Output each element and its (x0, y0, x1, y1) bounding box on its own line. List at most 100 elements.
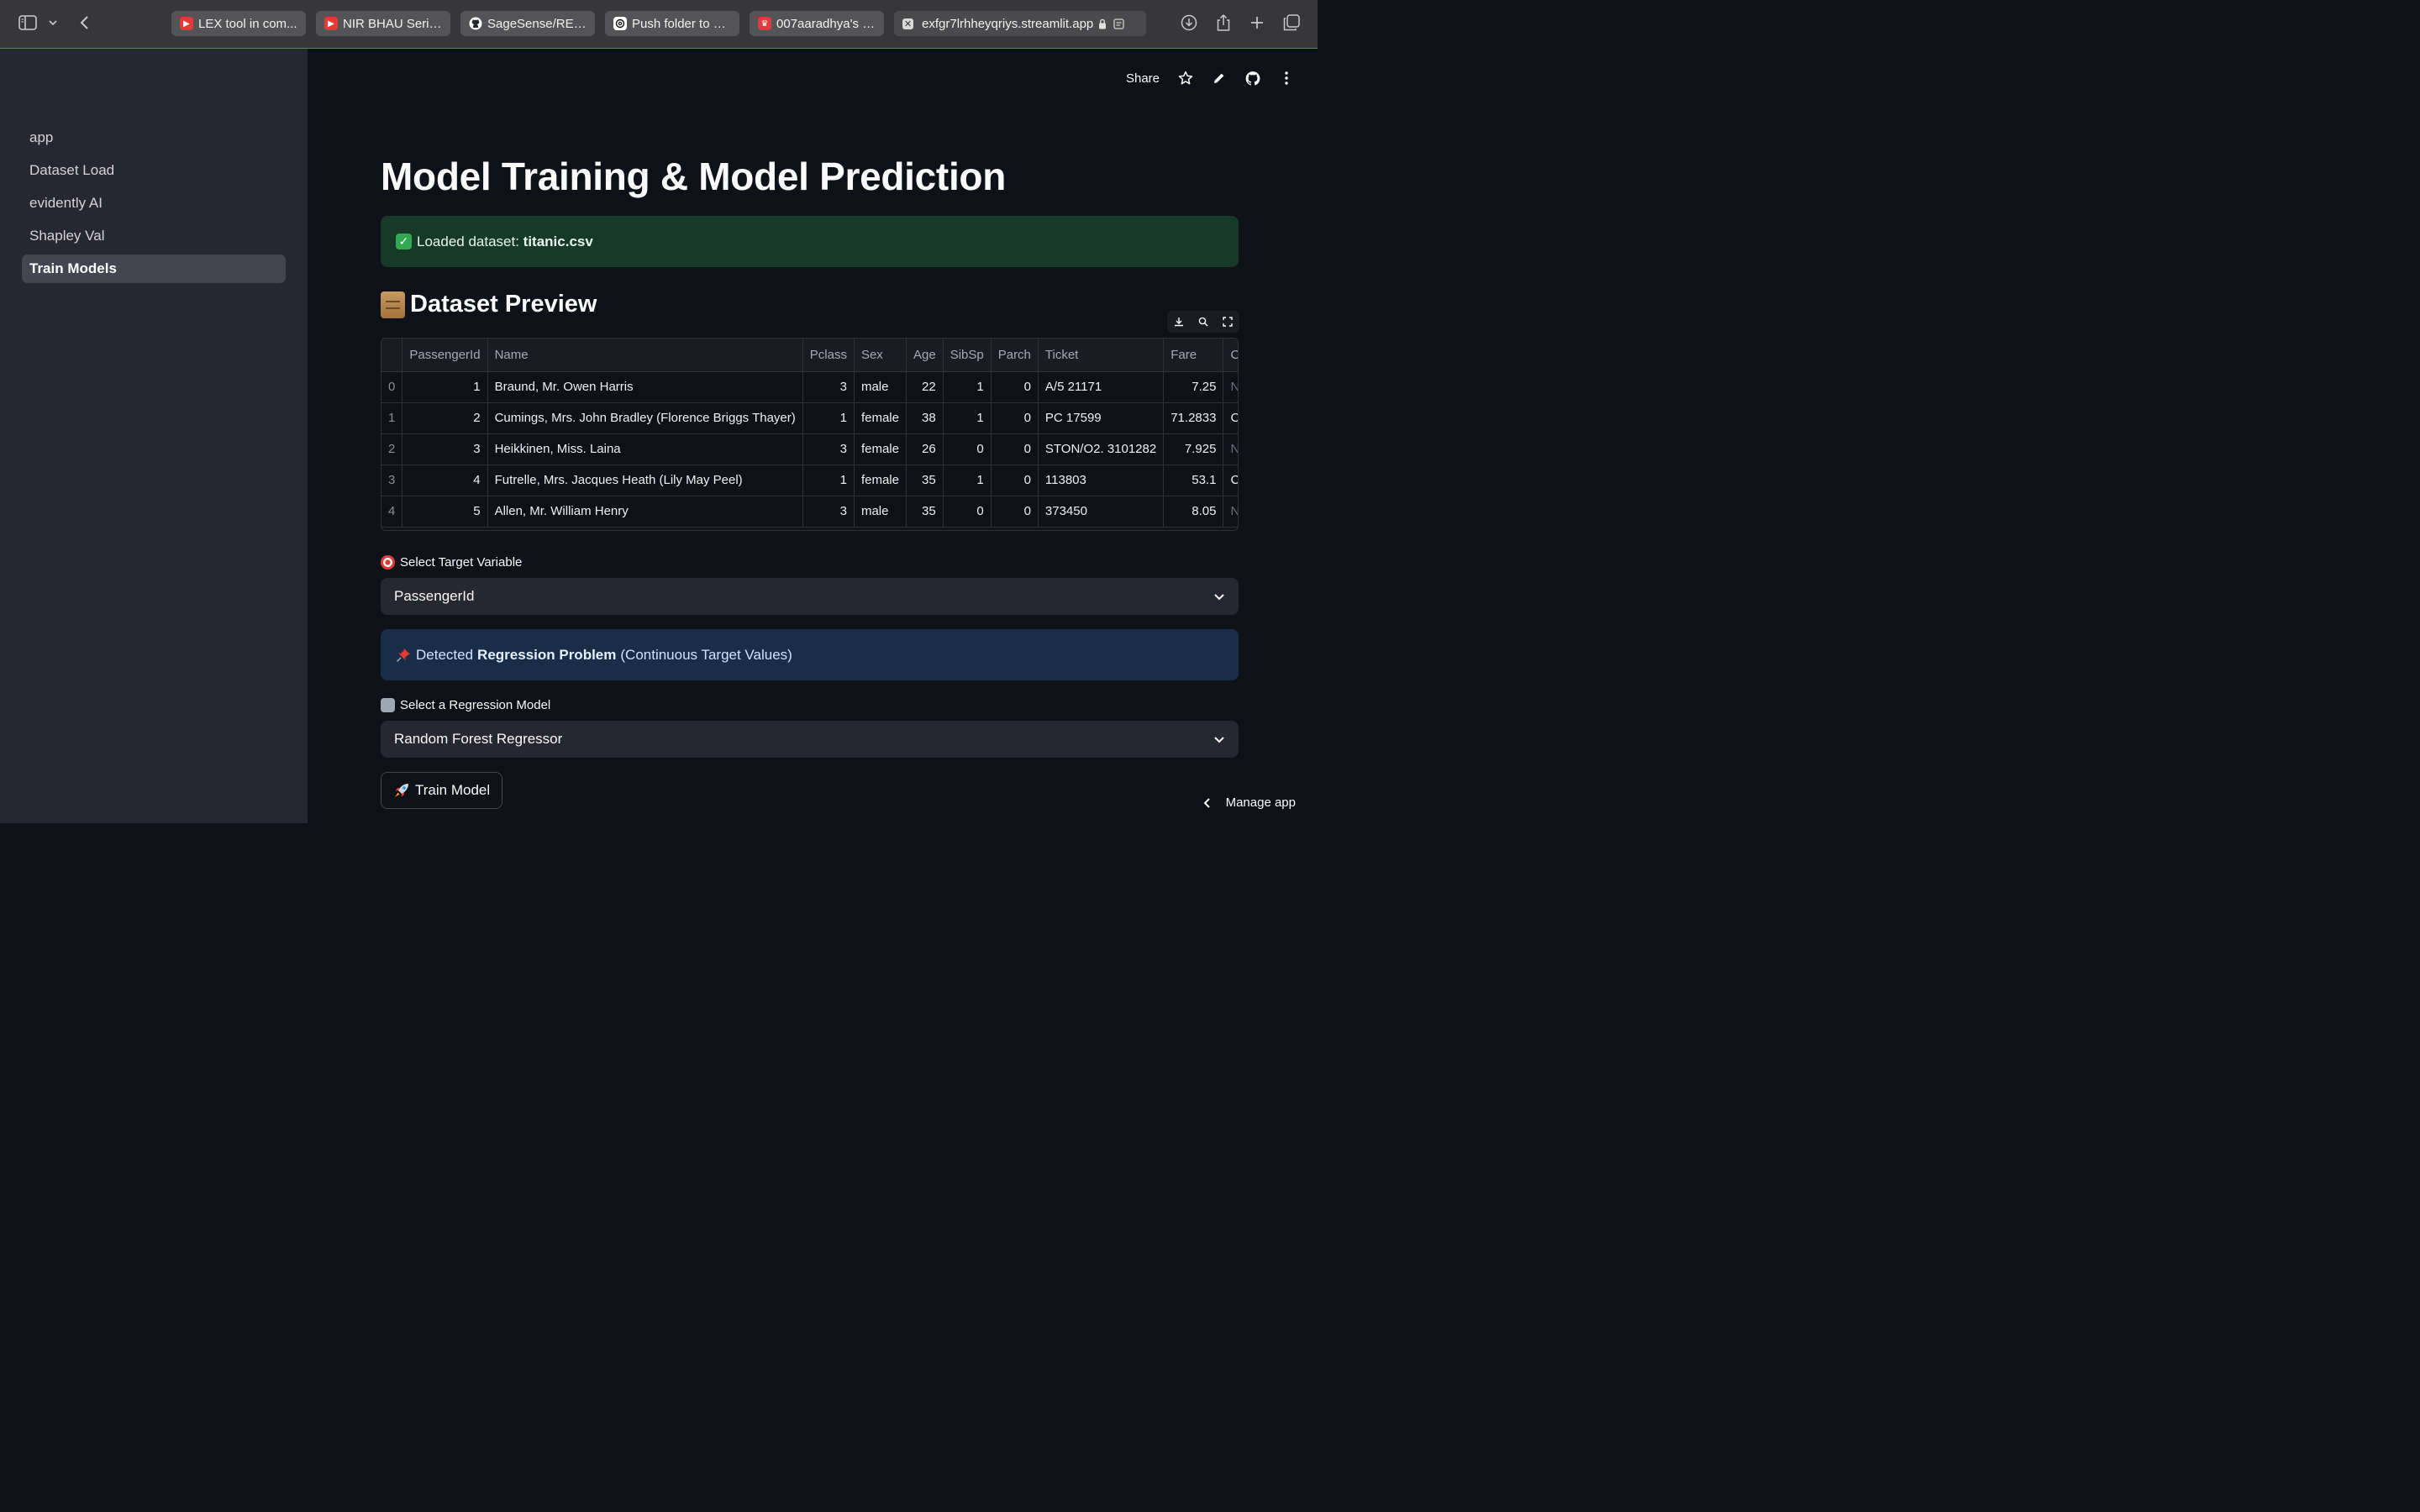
table-cell[interactable]: 0 (943, 496, 992, 528)
row-index-cell[interactable]: 1 (381, 402, 403, 434)
column-header[interactable]: Age (906, 339, 944, 372)
star-icon[interactable] (1178, 71, 1193, 86)
sidebar-toggle-icon[interactable] (17, 12, 39, 34)
search-icon[interactable] (1197, 316, 1209, 328)
column-header[interactable]: PassengerId (402, 339, 488, 372)
table-cell[interactable]: 5 (402, 496, 488, 528)
dataset-preview-table[interactable]: PassengerId Name Pclass Sex Age SibSp Pa… (381, 338, 1239, 531)
table-cell[interactable]: Nor (1223, 371, 1238, 403)
table-cell[interactable]: 2 (402, 402, 488, 434)
table-cell[interactable]: 26 (906, 433, 944, 465)
table-cell[interactable]: 0 (991, 433, 1039, 465)
download-icon[interactable] (1173, 316, 1185, 328)
table-cell[interactable]: 35 (906, 465, 944, 496)
table-cell[interactable]: 7.25 (1163, 371, 1224, 403)
table-cell[interactable]: 71.2833 (1163, 402, 1224, 434)
table-cell[interactable]: 0 (943, 433, 992, 465)
table-cell[interactable]: 1 (943, 402, 992, 434)
table-cell[interactable]: 1 (802, 402, 855, 434)
table-cell[interactable]: 1 (943, 465, 992, 496)
share-button[interactable]: Share (1126, 71, 1160, 86)
table-row[interactable]: 0 1 Braund, Mr. Owen Harris 3 male 22 1 0 A/5 21… (381, 371, 1238, 403)
table-cell[interactable]: Cumings, Mrs. John Bradley (Florence Bri… (487, 402, 803, 434)
table-cell[interactable]: male (854, 496, 907, 528)
column-header[interactable]: Name (487, 339, 803, 372)
table-cell[interactable]: 8.05 (1163, 496, 1224, 528)
table-cell[interactable]: male (854, 371, 907, 403)
table-cell[interactable]: 0 (991, 465, 1039, 496)
chevron-down-icon[interactable] (42, 12, 64, 34)
sidebar-item-app[interactable]: app (22, 123, 286, 152)
browser-tab[interactable]: ♛ 007aaradhya's a... (750, 11, 884, 36)
row-index-cell[interactable]: 2 (381, 433, 403, 465)
browser-tab[interactable]: ▶ LEX tool in com... (171, 11, 306, 36)
new-tab-icon[interactable] (1246, 12, 1268, 34)
back-icon[interactable] (73, 12, 95, 34)
column-header[interactable]: SibSp (943, 339, 992, 372)
active-tab-url[interactable]: ✕ exfgr7lrhheyqriys.streamlit.app (894, 11, 1146, 36)
column-header[interactable]: Ticket (1038, 339, 1165, 372)
table-cell[interactable]: C12 (1223, 465, 1238, 496)
fullscreen-icon[interactable] (1222, 316, 1234, 328)
sidebar-item-dataset-load[interactable]: Dataset Load (22, 156, 286, 185)
table-cell[interactable]: female (854, 433, 907, 465)
row-index-cell[interactable]: 0 (381, 371, 403, 403)
table-row[interactable]: 1 2 Cumings, Mrs. John Bradley (Florence B… (381, 402, 1238, 434)
table-cell[interactable]: 1 (943, 371, 992, 403)
table-cell[interactable]: Nor (1223, 433, 1238, 465)
target-variable-select[interactable]: PassengerId (381, 578, 1239, 615)
close-tab-icon[interactable]: ✕ (902, 18, 913, 29)
table-cell[interactable]: 1 (802, 465, 855, 496)
sidebar-item-shapley-val[interactable]: Shapley Val (22, 222, 286, 250)
table-cell[interactable]: 53.1 (1163, 465, 1224, 496)
table-cell[interactable]: 0 (991, 496, 1039, 528)
table-row[interactable]: 4 5 Allen, Mr. William Henry 3 male 35 0 0 37345… (381, 496, 1238, 528)
table-cell[interactable]: female (854, 465, 907, 496)
sidebar-item-train-models[interactable]: Train Models (22, 255, 286, 283)
github-icon[interactable] (1245, 71, 1260, 86)
table-cell[interactable]: 0 (991, 371, 1039, 403)
table-cell[interactable]: Futrelle, Mrs. Jacques Heath (Lily May P… (487, 465, 803, 496)
row-index-cell[interactable]: 3 (381, 465, 403, 496)
manage-app-button[interactable]: Manage app (1203, 795, 1296, 810)
column-header[interactable]: Fare (1163, 339, 1224, 372)
table-cell[interactable]: 0 (991, 402, 1039, 434)
table-cell[interactable]: female (854, 402, 907, 434)
table-cell[interactable]: STON/O2. 3101282 (1038, 433, 1165, 465)
browser-tab[interactable]: Push folder to G... (605, 11, 739, 36)
column-header[interactable]: Pclass (802, 339, 855, 372)
table-cell[interactable]: 1 (402, 371, 488, 403)
table-row[interactable]: 3 4 Futrelle, Mrs. Jacques Heath (Lily May… (381, 465, 1238, 496)
table-cell[interactable]: 373450 (1038, 496, 1165, 528)
table-cell[interactable]: 113803 (1038, 465, 1165, 496)
table-cell[interactable]: 3 (802, 433, 855, 465)
row-index-cell[interactable]: 4 (381, 496, 403, 528)
table-cell[interactable]: 3 (402, 433, 488, 465)
table-cell[interactable]: 3 (802, 371, 855, 403)
table-cell[interactable]: 4 (402, 465, 488, 496)
table-cell[interactable]: 7.925 (1163, 433, 1224, 465)
table-cell[interactable]: 38 (906, 402, 944, 434)
table-cell[interactable]: A/5 21171 (1038, 371, 1165, 403)
table-cell[interactable]: C85 (1223, 402, 1238, 434)
sidebar-item-evidently-ai[interactable]: evidently AI (22, 189, 286, 218)
column-header[interactable]: Cab (1223, 339, 1238, 372)
regression-model-select[interactable]: Random Forest Regressor (381, 721, 1239, 758)
browser-tab[interactable]: SageSense/REA... (460, 11, 595, 36)
browser-tab[interactable]: ▶ NIR BHAU Serie... (316, 11, 450, 36)
table-cell[interactable]: PC 17599 (1038, 402, 1165, 434)
train-model-button[interactable]: Train Model (381, 772, 503, 809)
table-cell[interactable]: Nor (1223, 496, 1238, 528)
more-options-icon[interactable] (1279, 71, 1294, 86)
column-header[interactable]: Sex (854, 339, 907, 372)
table-cell[interactable]: 35 (906, 496, 944, 528)
edit-pencil-icon[interactable] (1212, 71, 1227, 86)
tab-overview-icon[interactable] (1281, 12, 1302, 34)
table-cell[interactable]: 22 (906, 371, 944, 403)
download-icon[interactable] (1178, 12, 1200, 34)
column-header[interactable]: Parch (991, 339, 1039, 372)
table-cell[interactable]: Braund, Mr. Owen Harris (487, 371, 803, 403)
table-row[interactable]: 2 3 Heikkinen, Miss. Laina 3 female 26 0 0 STON/… (381, 433, 1238, 465)
column-header[interactable] (381, 339, 403, 372)
share-browser-icon[interactable] (1213, 12, 1234, 34)
